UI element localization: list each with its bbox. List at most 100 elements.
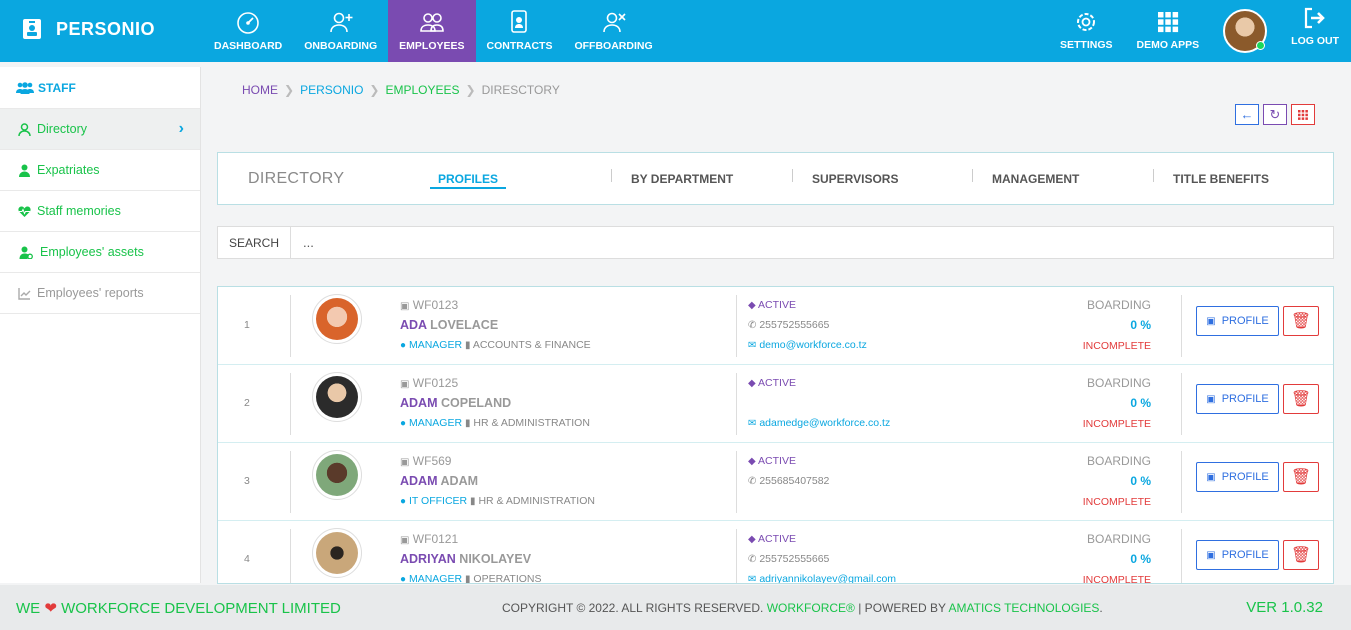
tab-profiles[interactable]: PROFILES [430,172,507,189]
trash-icon: 🗑 [1290,313,1312,330]
settings-button[interactable]: SETTINGS [1048,11,1125,51]
boarding-label: BOARDING [1086,454,1151,468]
delete-button[interactable]: 🗑 [1283,462,1319,492]
divider [290,451,291,513]
breadcrumb-personio[interactable]: PERSONIO [300,83,363,97]
logout-button[interactable]: LOG OUT [1279,7,1351,47]
id-badge-icon: ▣ [1206,315,1216,327]
status-badge: ◆ ACTIVE [748,533,796,545]
profile-button[interactable]: ▣ PROFILE [1196,306,1279,336]
sidebar-item-staff-memories[interactable]: Staff memories [0,191,200,232]
employee-role: ● MANAGER ▮ OPERATIONS [400,573,542,584]
id-card-icon: ▣ [400,457,410,468]
employee-list: 1 ▣ WF0123 ADA LOVELACE ● MANAGER ▮ ACCO… [217,286,1334,584]
employee-phone: ✆ 255752555665 [748,553,830,565]
back-button[interactable]: ← [1235,104,1259,125]
user-circle-icon: ● [400,574,407,584]
footer-copyright: COPYRIGHT © 2022. ALL RIGHTS RESERVED. W… [502,600,1103,615]
employee-avatar[interactable] [312,450,362,500]
id-badge-icon: ▣ [1206,393,1216,405]
nav-contracts[interactable]: CONTRACTS [476,0,564,62]
directory-tabs: DIRECTORY PROFILES BY DEPARTMENT SUPERVI… [217,152,1334,205]
sidebar-item-expatriates[interactable]: Expatriates [0,150,200,191]
tab-management[interactable]: MANAGEMENT [992,172,1079,186]
brand[interactable]: PERSONIO [22,18,155,40]
sidebar-header: STAFF [0,67,200,109]
heart-icon: ❤ [44,599,57,617]
right-nav: SETTINGS DEMO APPS LOG OUT [1048,0,1351,62]
user-circle-icon: ● [400,418,407,429]
status-badge: ◆ ACTIVE [748,377,796,389]
profile-button[interactable]: ▣ PROFILE [1196,462,1279,492]
nav-employees[interactable]: EMPLOYEES [388,0,476,62]
divider [736,451,737,513]
employee-name[interactable]: ADAM ADAM [400,474,478,488]
top-navbar: PERSONIO DASHBOARD ONBOARDING EMPLOYEES … [0,0,1351,62]
employee-name[interactable]: ADRIYAN NIKOLAYEV [400,552,531,566]
sidebar-item-employees-assets[interactable]: Employees' assets [0,232,200,273]
employee-code: ▣ WF0121 [400,532,459,546]
amatics-link[interactable]: AMATICS TECHNOLOGIES [949,601,1100,615]
employee-email[interactable]: ✉ adamedge@workforce.co.tz [748,417,890,429]
employee-row: 4 ▣ WF0121 ADRIYAN NIKOLAYEV ● MANAGER ▮… [218,521,1333,584]
employee-email[interactable]: ✉ demo@workforce.co.tz [748,339,867,351]
employee-code: ▣ WF0125 [400,376,459,390]
grid-icon [1157,12,1178,33]
phone-icon: ✆ [748,476,757,487]
breadcrumb-home[interactable]: HOME [242,83,278,97]
brand-name: PERSONIO [56,18,156,39]
nav-onboarding[interactable]: ONBOARDING [293,0,388,62]
arrow-left-icon: ← [1240,107,1254,122]
employee-avatar[interactable] [312,528,362,578]
sidebar-item-label: Expatriates [37,163,100,177]
profile-button[interactable]: ▣ PROFILE [1196,540,1279,570]
breadcrumb-employees[interactable]: EMPLOYEES [385,83,459,97]
employee-avatar[interactable] [312,294,362,344]
row-number: 2 [244,397,250,409]
employee-avatar[interactable] [312,372,362,422]
sidebar-item-directory[interactable]: Directory › [0,109,200,150]
refresh-button[interactable]: ↻ [1263,104,1287,125]
directions-icon: ◆ [748,300,756,311]
settings-label: SETTINGS [1060,39,1113,51]
boarding-label: BOARDING [1086,298,1151,312]
sidebar-item-label: Employees' assets [40,245,144,259]
sidebar: STAFF Directory › Expatriates Staff memo… [0,67,201,583]
grid-view-button[interactable] [1291,104,1315,125]
breadcrumb-current: DIRESCTORY [481,83,560,97]
divider [1181,451,1182,513]
employee-name[interactable]: ADA LOVELACE [400,318,498,332]
divider [736,529,737,583]
employee-role: ● MANAGER ▮ HR & ADMINISTRATION [400,417,590,429]
tab-by-department[interactable]: BY DEPARTMENT [631,172,733,186]
profile-button[interactable]: ▣ PROFILE [1196,384,1279,414]
employee-role: ● MANAGER ▮ ACCOUNTS & FINANCE [400,339,591,351]
delete-button[interactable]: 🗑 [1283,306,1319,336]
sidebar-item-employees-reports[interactable]: Employees' reports [0,273,200,314]
tab-supervisors[interactable]: SUPERVISORS [812,172,898,186]
divider [1181,529,1182,583]
workforce-link[interactable]: WORKFORCE® [767,601,855,615]
tab-divider [972,169,973,182]
gear-icon [1077,13,1096,31]
divider [736,373,737,435]
boarding-state: INCOMPLETE [1082,496,1151,508]
delete-button[interactable]: 🗑 [1283,384,1319,414]
gauge-icon [237,12,259,34]
search-input[interactable] [291,227,1333,258]
demo-apps-button[interactable]: DEMO APPS [1125,11,1212,51]
employee-email[interactable]: ✉ adriyannikolayev@gmail.com [748,573,896,583]
tab-divider [792,169,793,182]
user-circle-icon: ● [400,340,407,351]
nav-dashboard[interactable]: DASHBOARD [203,0,293,62]
divider [736,295,737,357]
tab-title-benefits[interactable]: TITLE BENEFITS [1173,172,1269,186]
boarding-percent: 0 % [1130,396,1151,410]
nav-label: DASHBOARD [214,40,283,52]
delete-button[interactable]: 🗑 [1283,540,1319,570]
directions-icon: ◆ [748,378,756,389]
employee-name[interactable]: ADAM COPELAND [400,396,511,410]
user-avatar[interactable] [1223,9,1268,53]
nav-offboarding[interactable]: OFFBOARDING [563,0,663,62]
boarding-percent: 0 % [1130,318,1151,332]
